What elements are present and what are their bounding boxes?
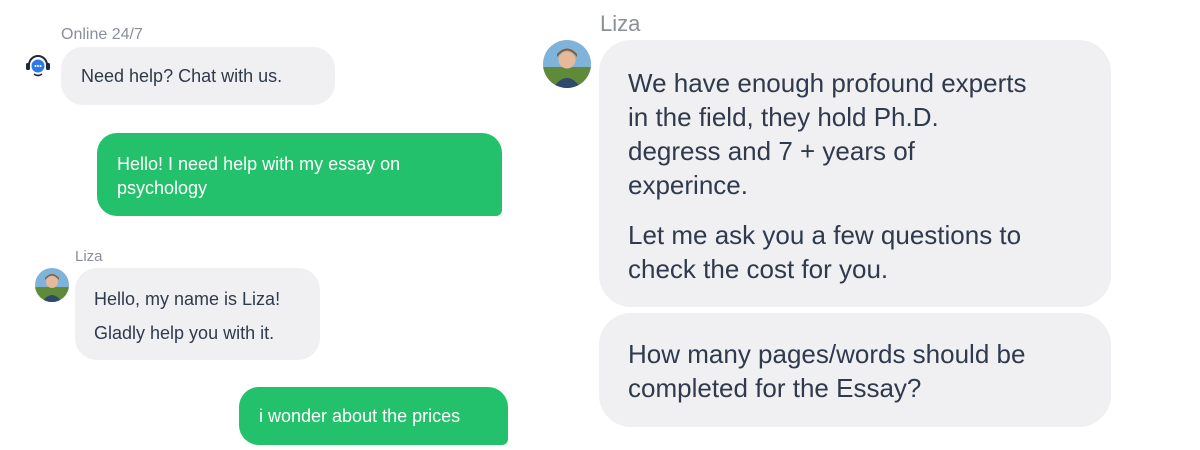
message-timestamp-cropped: · · · · · · · · · · · ·	[366, 223, 502, 229]
user-message-bubble: Hello! I need help with my essay on psyc…	[97, 133, 502, 216]
agent-message-bubble: We have enough profound experts in the f…	[599, 40, 1111, 307]
online-status-label: Online 24/7	[61, 26, 143, 43]
welcome-message-text: Need help? Chat with us.	[81, 66, 283, 86]
agent-message-line: check the cost for you.	[628, 254, 889, 284]
user-message-line: Hello! I need help with my essay on	[117, 154, 401, 174]
agent-message-line: Let me ask you a few questions to	[628, 220, 1022, 250]
agent-name-label: Liza	[75, 248, 103, 265]
agent-message-line: in the field, they hold Ph.D.	[628, 102, 939, 132]
agent-message-line: Gladly help you with it.	[94, 323, 275, 343]
agent-message-bubble: How many pages/words should be completed…	[599, 313, 1111, 427]
user-message-text: i wonder about the prices	[259, 406, 461, 426]
agent-message-bubble: Hello, my name is Liza! Gladly help you …	[75, 268, 320, 360]
agent-message-line: degress and 7 + years of	[628, 136, 915, 166]
agent-message-line: Hello, my name is Liza!	[94, 289, 281, 309]
agent-avatar	[35, 268, 69, 302]
agent-avatar	[543, 40, 591, 88]
user-message-bubble: i wonder about the prices	[239, 387, 508, 445]
chat-showcase: Online 24/7 Need help? Chat with us. Hel…	[0, 0, 1200, 450]
welcome-message-bubble: Need help? Chat with us.	[61, 47, 335, 105]
agent-message-line: experince.	[628, 170, 748, 200]
user-message-line: psychology	[117, 178, 208, 198]
agent-name-label: Liza	[600, 11, 641, 36]
support-chat-icon	[24, 52, 52, 78]
agent-message-line: completed for the Essay?	[628, 373, 922, 403]
agent-message-line: How many pages/words should be	[628, 339, 1026, 369]
agent-message-line: We have enough profound experts	[628, 68, 1027, 98]
